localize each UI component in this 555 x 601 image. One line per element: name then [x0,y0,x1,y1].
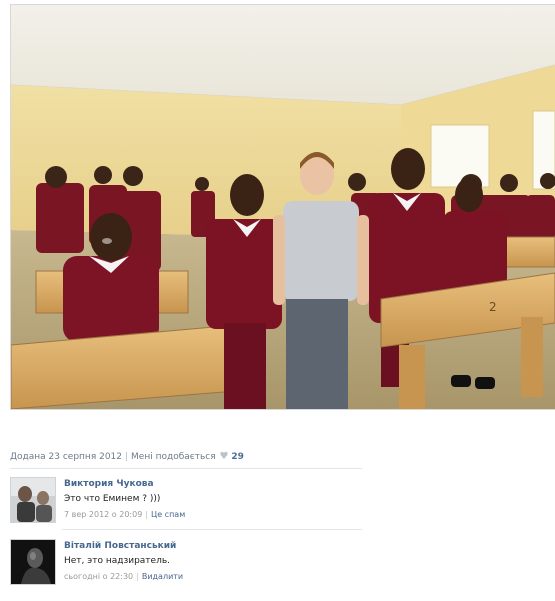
comment-author[interactable]: Виктория Чукова [64,479,154,489]
comment-item: Виктория Чукова Это что Еминем ? ))) 7 в… [10,477,370,527]
comment-timestamp[interactable]: сьогодні о 22:30 [64,572,133,581]
comment-text: Это что Еминем ? ))) [64,494,161,504]
avatar-image [11,540,55,584]
post-meta: Додана 23 серпня 2012 | Мені подобається ♥… [10,451,244,462]
heart-icon[interactable]: ♥ [220,451,229,462]
avatar[interactable] [10,477,56,523]
avatar[interactable] [10,539,56,585]
comment-item: Віталій Повстанський Нет, это надзирател… [10,539,370,589]
divider [10,468,362,469]
post-date[interactable]: Додана 23 серпня 2012 [10,452,122,462]
like-count[interactable]: 29 [231,452,244,462]
like-label[interactable]: Мені подобається [131,452,216,462]
comment-info: сьогодні о 22:30 | Видалити [64,572,183,581]
separator: | [136,572,139,581]
separator: | [125,452,129,462]
comment-timestamp[interactable]: 7 вер 2012 о 20:09 [64,510,142,519]
comment-text: Нет, это надзиратель. [64,556,171,566]
svg-text:2: 2 [489,300,497,314]
post-photo[interactable]: 2 [10,4,555,410]
divider [62,529,362,530]
report-spam-link[interactable]: Це спам [151,510,185,519]
avatar-image [11,478,55,522]
separator: | [145,510,148,519]
comment-info: 7 вер 2012 о 20:09 | Це спам [64,510,185,519]
comment-author[interactable]: Віталій Повстанський [64,541,176,551]
classroom-photo-image: 2 [11,5,555,409]
delete-comment-link[interactable]: Видалити [142,572,183,581]
